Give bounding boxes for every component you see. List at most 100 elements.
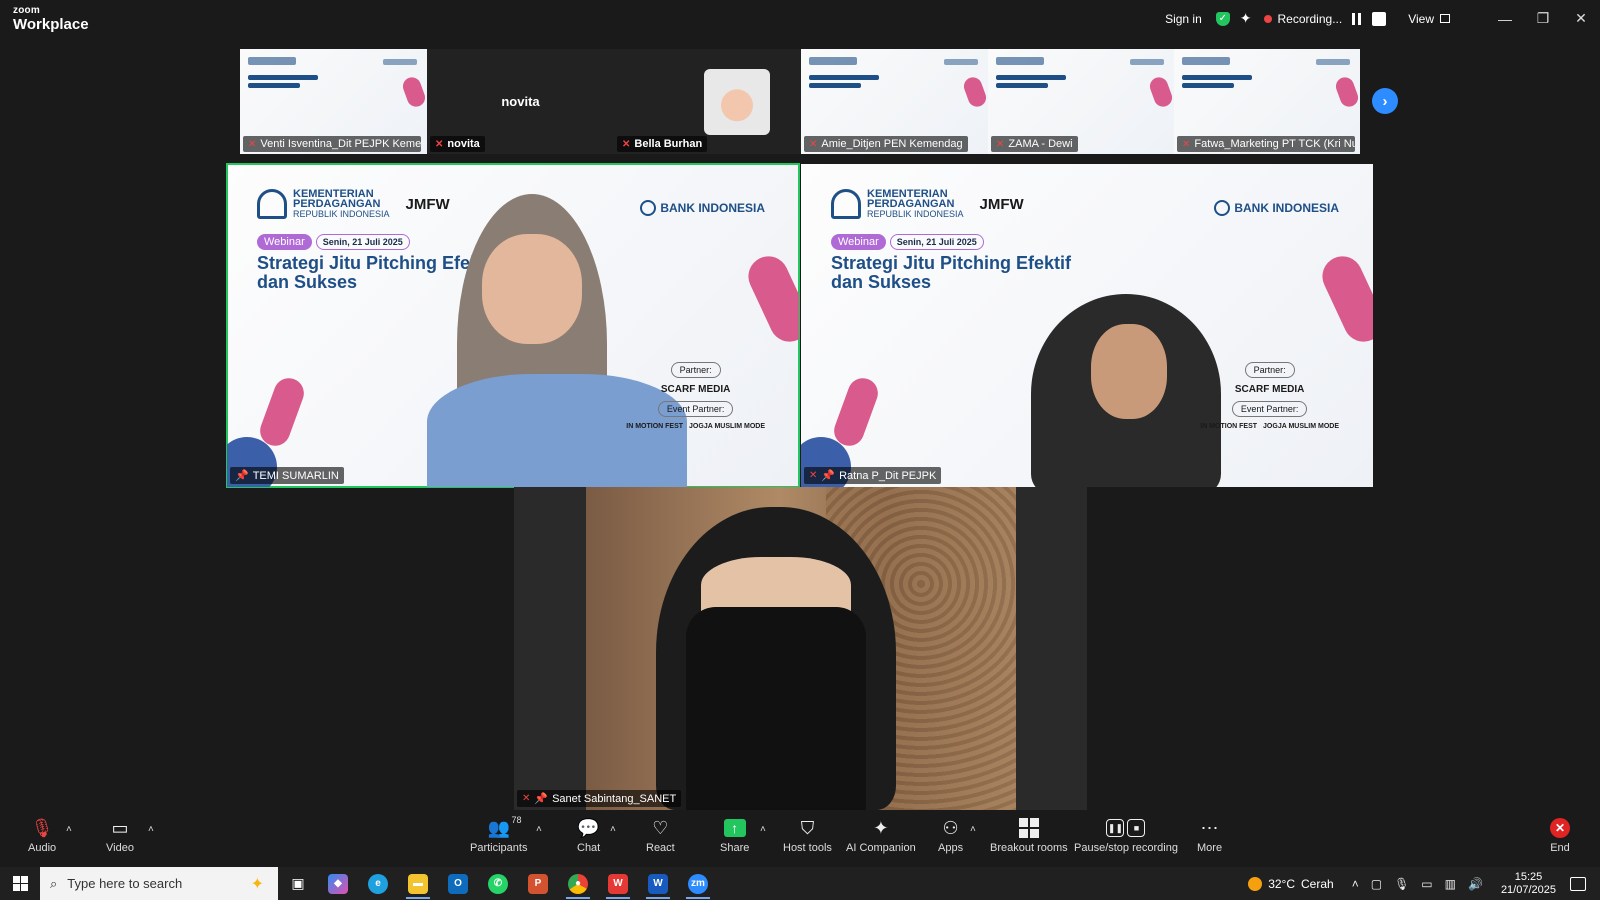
start-button[interactable] — [0, 876, 40, 891]
pin-icon: 📌 — [534, 793, 549, 805]
more-dots-icon: ⋯ — [1200, 817, 1219, 838]
webinar-date: Senin, 21 Juli 2025 — [889, 234, 984, 250]
participant-thumbnail[interactable]: ✕ Amie_Ditjen PEN Kemendag — [801, 49, 988, 154]
more-button[interactable]: ⋯ More — [1197, 817, 1222, 855]
participants-options-caret[interactable]: ˄ — [536, 824, 542, 835]
apps-button[interactable]: ⚇ Apps — [938, 817, 963, 855]
video-tile[interactable]: KEMENTERIAN PERDAGANGAN REPUBLIK INDONESIA… — [801, 164, 1373, 487]
participant-video — [586, 487, 1016, 810]
file-explorer-icon[interactable]: ▬ — [398, 867, 438, 900]
breakout-rooms-button[interactable]: Breakout rooms — [990, 817, 1068, 854]
zoom-icon[interactable]: zm — [678, 867, 718, 900]
share-options-caret[interactable]: ˄ — [760, 824, 766, 835]
logo-line1: zoom — [13, 5, 40, 16]
participant-name-tag: ✕ Venti Isventina_Dit PEJPK Keme... — [243, 136, 421, 152]
edge-icon[interactable]: e — [358, 867, 398, 900]
audio-options-caret[interactable]: ˄ — [66, 824, 72, 835]
video-options-caret[interactable]: ˄ — [148, 824, 154, 835]
security-shield-icon[interactable]: ✓ — [1215, 11, 1230, 26]
chevron-up-icon[interactable]: ˄ — [1352, 877, 1359, 891]
restore-button[interactable]: ❐ — [1524, 10, 1562, 27]
pin-icon: 📌 — [821, 470, 836, 482]
stop-recording-icon[interactable] — [1372, 11, 1387, 26]
video-button[interactable]: ▭ Video — [106, 817, 134, 855]
participants-button[interactable]: 👥 78 Participants — [470, 815, 527, 854]
participant-name-tag: ✕ Bella Burhan — [617, 136, 708, 152]
participant-name-tag: ✕ Fatwa_Marketing PT TCK (Kri Nu... — [1177, 136, 1355, 152]
word-icon[interactable]: W — [638, 867, 678, 900]
weather-desc: Cerah — [1301, 876, 1334, 891]
search-placeholder: Type here to search — [67, 876, 183, 891]
share-button[interactable]: ↑ Share — [720, 817, 749, 854]
participant-strip: ✕ Venti Isventina_Dit PEJPK Keme... novit… — [240, 49, 1360, 154]
participant-thumbnail[interactable]: ✕ Fatwa_Marketing PT TCK (Kri Nu... — [1174, 49, 1360, 154]
react-button[interactable]: ♡ React — [646, 817, 675, 855]
volume-icon[interactable]: 🔊 — [1468, 877, 1483, 891]
clock-time: 15:25 — [1514, 870, 1543, 883]
ai-sparkle-icon: ✦ — [873, 817, 889, 838]
video-tile-active-speaker[interactable]: KEMENTERIAN PERDAGANGAN REPUBLIK INDONESIA… — [226, 163, 800, 488]
breakout-rooms-icon — [1018, 817, 1039, 839]
ai-companion-button[interactable]: ✦ AI Companion — [846, 817, 916, 855]
copilot-icon[interactable]: ◆ — [318, 867, 358, 900]
notification-center-icon[interactable] — [1570, 876, 1586, 891]
participant-thumbnail[interactable]: ✕ ZAMA - Dewi — [988, 49, 1174, 154]
participant-thumbnail[interactable]: ✕ Venti Isventina_Dit PEJPK Keme... — [240, 49, 427, 154]
weather-widget[interactable]: 32°C Cerah — [1248, 876, 1334, 891]
sun-icon — [1248, 876, 1263, 891]
mic-muted-icon: ✕ — [996, 138, 1005, 150]
view-button[interactable]: View — [1408, 12, 1450, 26]
kementerian-logo: KEMENTERIAN PERDAGANGAN REPUBLIK INDONESIA… — [831, 189, 1024, 219]
powerpoint-icon[interactable]: P — [518, 867, 558, 900]
minimize-button[interactable]: — — [1486, 11, 1524, 27]
audio-button[interactable]: 🎙 Audio — [28, 817, 56, 855]
close-button[interactable]: ✕ — [1562, 10, 1600, 27]
webinar-pill: Webinar — [257, 234, 312, 250]
chrome-icon[interactable]: ● — [558, 867, 598, 900]
pause-stop-recording-button[interactable]: ❚❚ ■ Pause/stop recording — [1074, 817, 1178, 854]
participant-name-tag: ✕ novita — [430, 136, 485, 152]
partner-block: Partner: SCARF MEDIA Event Partner: IN M… — [1200, 362, 1339, 430]
network-icon[interactable]: ▥ — [1445, 877, 1456, 891]
whatsapp-icon[interactable]: ✆ — [478, 867, 518, 900]
microphone-icon[interactable]: 🎙 — [1394, 877, 1409, 891]
mic-muted-icon: ✕ — [622, 138, 631, 150]
ai-sparkle-icon[interactable]: ✦ — [1240, 10, 1252, 27]
mic-muted-icon: ✕ — [809, 138, 818, 150]
meeting-toolbar: 🎙 Audio ˄ ▭ Video ˄ 👥 78 Participants ˄ 💬 Cha… — [0, 815, 1600, 867]
taskbar-search-box[interactable]: ⌕ Type here to search ✦ — [40, 867, 278, 900]
taskbar-clock[interactable]: 15:25 21/07/2025 — [1501, 871, 1556, 897]
title-bar: zoom Workplace Sign in ✓ ✦ Recording... … — [0, 0, 1600, 37]
camera-icon: ▭ — [111, 817, 129, 838]
outlook-icon[interactable]: O — [438, 867, 478, 900]
camera-off-name: novita — [501, 94, 540, 109]
recording-controls-icon: ❚❚ ■ — [1106, 817, 1146, 839]
share-screen-icon: ↑ — [723, 817, 746, 839]
host-tools-button[interactable]: ⛉ Host tools — [783, 817, 832, 855]
windows-logo-icon — [12, 876, 28, 891]
pause-recording-icon[interactable] — [1352, 12, 1364, 25]
meet-now-icon[interactable]: ▢ — [1371, 877, 1382, 891]
sign-in-link[interactable]: Sign in — [1165, 12, 1202, 26]
wps-office-icon[interactable]: W — [598, 867, 638, 900]
participant-thumbnail[interactable]: novita ✕ novita — [427, 49, 614, 154]
participant-name-tag: ✕ 📌 Ratna P_Dit PEJPK — [804, 467, 942, 484]
task-view-icon[interactable]: ▣ — [278, 867, 318, 900]
video-tile[interactable]: ✕ 📌 Sanet Sabintang_SANET — [514, 487, 1087, 810]
mic-muted-icon: ✕ — [522, 793, 531, 804]
chat-options-caret[interactable]: ˄ — [610, 824, 616, 835]
participants-icon: 👥 78 — [487, 815, 522, 838]
clock-date: 21/07/2025 — [1500, 883, 1556, 896]
participant-name-tag: ✕ Amie_Ditjen PEN Kemendag — [804, 136, 968, 152]
webinar-pill: Webinar — [831, 234, 886, 250]
kementerian-logo: KEMENTERIAN PERDAGANGAN REPUBLIK INDONESIA… — [257, 189, 450, 219]
end-button[interactable]: ✕ End — [1550, 817, 1570, 854]
avatar — [703, 69, 770, 135]
display-icon[interactable]: ▭ — [1421, 877, 1432, 891]
chat-button[interactable]: 💬 Chat — [577, 817, 600, 855]
next-page-arrow-icon[interactable]: › — [1372, 88, 1398, 114]
participant-thumbnail[interactable]: ✕ Bella Burhan — [614, 49, 801, 154]
microphone-muted-icon: 🎙 — [30, 817, 54, 838]
mic-muted-icon: ✕ — [248, 138, 257, 150]
apps-options-caret[interactable]: ˄ — [970, 824, 976, 835]
